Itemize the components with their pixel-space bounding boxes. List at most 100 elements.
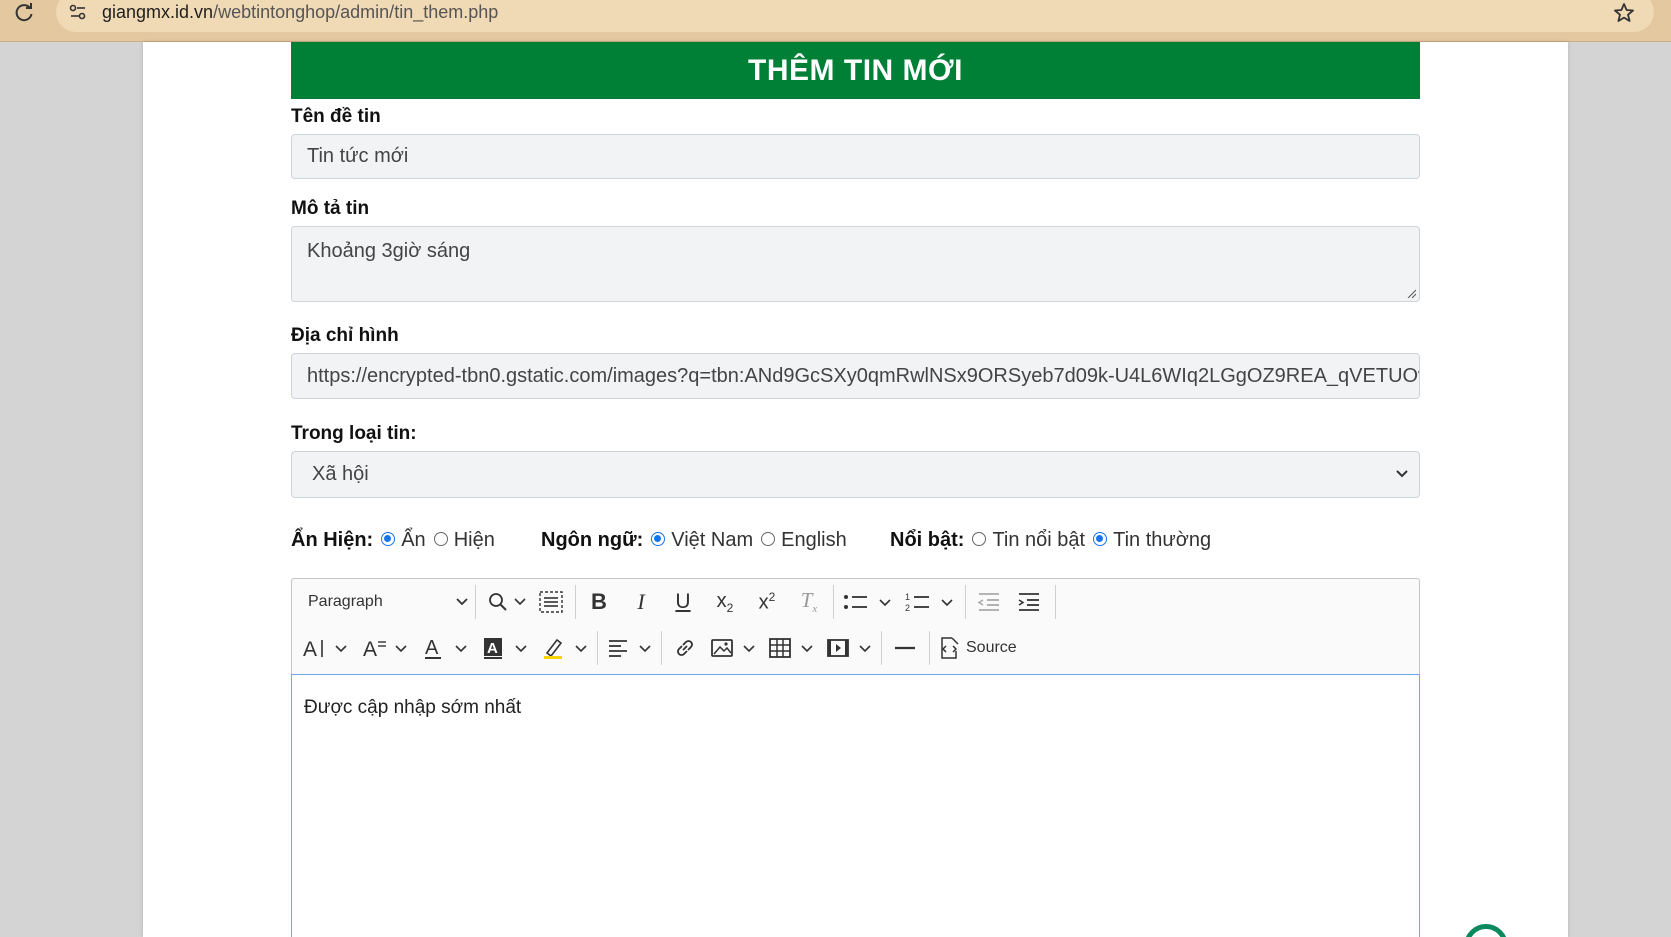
outdent-button[interactable] xyxy=(974,588,1004,616)
bulleted-list-button[interactable] xyxy=(842,588,894,616)
alignment-button[interactable] xyxy=(606,634,654,662)
radio-hide[interactable] xyxy=(381,531,396,546)
source-icon xyxy=(941,637,959,659)
news-description-textarea[interactable]: Khoảng 3giờ sáng xyxy=(291,226,1420,302)
resize-handle-icon[interactable] xyxy=(1406,288,1416,298)
font-color-icon: A xyxy=(425,637,467,659)
add-news-form: THÊM TIN MỚI Tên đề tin Tin tức mới Mô t… xyxy=(291,42,1420,937)
url-path: /webtintonghop/admin/tin_them.php xyxy=(213,2,499,22)
toolbar-separator xyxy=(881,631,882,665)
find-replace-icon xyxy=(489,593,526,611)
editor-content-text: Được cập nhập sớm nhất xyxy=(304,697,522,718)
language-label: Ngôn ngữ: xyxy=(541,529,644,551)
toolbar-separator xyxy=(965,585,966,619)
font-background-button[interactable]: A xyxy=(482,634,530,662)
url-text[interactable]: giangmx.id.vn/webtintonghop/admin/tin_th… xyxy=(102,2,498,23)
toolbar-separator xyxy=(475,585,476,619)
bookmark-star-icon[interactable] xyxy=(1612,1,1636,25)
toolbar-separator xyxy=(661,631,662,665)
svg-text:A: A xyxy=(363,638,377,660)
paragraph-label: Paragraph xyxy=(308,593,383,610)
source-button[interactable]: Source xyxy=(938,634,1024,662)
font-family-icon: A xyxy=(363,638,407,660)
remove-format-icon: Tx xyxy=(800,588,818,616)
editor-content-area[interactable]: Được cập nhập sớm nhất xyxy=(291,674,1420,937)
category-select[interactable]: Xã hội xyxy=(291,451,1420,498)
font-family-button[interactable]: A xyxy=(362,634,410,662)
language-group: Ngôn ngữ: Việt Nam English xyxy=(541,529,853,552)
subscript-button[interactable]: x2 xyxy=(710,588,740,616)
chevron-down-icon xyxy=(456,598,468,606)
superscript-icon: x2 xyxy=(758,589,776,614)
news-title-label: Tên đề tin xyxy=(291,106,381,127)
font-size-button[interactable]: A xyxy=(302,634,350,662)
radio-normal-label: Tin thường xyxy=(1113,529,1212,551)
radio-vietnam-label: Việt Nam xyxy=(671,529,754,551)
image-url-label: Địa chỉ hình xyxy=(291,325,399,346)
subscript-icon: x2 xyxy=(716,589,734,615)
toolbar-separator xyxy=(929,631,930,665)
highlight-icon xyxy=(544,638,587,659)
italic-icon: I xyxy=(637,589,645,614)
radio-english[interactable] xyxy=(761,531,776,546)
remove-format-button[interactable]: Tx xyxy=(794,588,824,616)
form-title: THÊM TIN MỚI xyxy=(291,42,1420,99)
radio-normal[interactable] xyxy=(1093,531,1108,546)
browser-address-bar: giangmx.id.vn/webtintonghop/admin/tin_th… xyxy=(0,0,1671,42)
superscript-button[interactable]: x2 xyxy=(752,588,782,616)
font-color-button[interactable]: A xyxy=(422,634,470,662)
link-icon xyxy=(677,640,693,656)
numbered-list-icon: 12 xyxy=(905,592,953,613)
find-replace-button[interactable] xyxy=(484,588,530,616)
bulleted-list-icon xyxy=(844,595,891,609)
radio-show[interactable] xyxy=(433,531,448,546)
numbered-list-button[interactable]: 12 xyxy=(904,588,956,616)
svg-text:1: 1 xyxy=(905,592,910,602)
category-label: Trong loại tin: xyxy=(291,423,417,444)
insert-image-button[interactable] xyxy=(710,634,758,662)
radio-hide-label: Ẩn xyxy=(401,529,426,551)
bold-button[interactable]: B xyxy=(584,588,614,616)
reload-icon[interactable] xyxy=(12,1,36,25)
indent-icon xyxy=(1018,593,1039,611)
news-title-input[interactable]: Tin tức mới xyxy=(291,134,1420,179)
radio-featured[interactable] xyxy=(972,531,987,546)
radio-show-label: Hiện xyxy=(453,529,495,551)
featured-label: Nổi bật: xyxy=(890,529,965,551)
table-icon xyxy=(769,638,813,658)
align-left-icon xyxy=(609,640,651,657)
underline-icon: U xyxy=(675,590,691,613)
outdent-icon xyxy=(977,593,999,611)
insert-table-button[interactable] xyxy=(768,634,816,662)
font-size-icon: A xyxy=(303,638,347,660)
svg-text:A: A xyxy=(303,638,317,660)
paragraph-dropdown[interactable]: Paragraph xyxy=(308,588,468,616)
horizontal-line-button[interactable] xyxy=(890,634,920,662)
italic-button[interactable]: I xyxy=(626,588,656,616)
editor-toolbar: Paragraph B I U x2 x2 Tx 1 2 A A A A Sou… xyxy=(291,578,1420,674)
link-button[interactable] xyxy=(670,634,700,662)
chevron-down-icon xyxy=(1396,470,1408,478)
radio-vietnam[interactable] xyxy=(651,531,666,546)
rich-text-editor: Paragraph B I U x2 x2 Tx 1 2 A A A A Sou… xyxy=(291,578,1420,937)
highlight-button[interactable] xyxy=(542,634,590,662)
indent-button[interactable] xyxy=(1014,588,1044,616)
underline-button[interactable]: U xyxy=(668,588,698,616)
toolbar-separator xyxy=(597,631,598,665)
image-url-input[interactable]: https://encrypted-tbn0.gstatic.com/image… xyxy=(291,353,1420,399)
insert-media-button[interactable] xyxy=(826,634,874,662)
source-label: Source xyxy=(966,639,1017,656)
font-background-icon: A xyxy=(484,638,527,659)
svg-text:2: 2 xyxy=(905,603,910,613)
page-container: THÊM TIN MỚI Tên đề tin Tin tức mới Mô t… xyxy=(143,42,1568,937)
toolbar-separator xyxy=(833,585,834,619)
radio-featured-label: Tin nổi bật xyxy=(992,529,1086,551)
news-description-label: Mô tả tin xyxy=(291,198,370,219)
url-domain: giangmx.id.vn xyxy=(102,2,214,22)
site-settings-icon[interactable] xyxy=(68,2,88,22)
select-all-icon xyxy=(539,591,563,613)
visibility-group: Ẩn Hiện: Ẩn Hiện xyxy=(291,529,501,552)
select-all-button[interactable] xyxy=(536,588,566,616)
horizontal-line-icon xyxy=(895,646,915,650)
radio-english-label: English xyxy=(781,529,847,551)
